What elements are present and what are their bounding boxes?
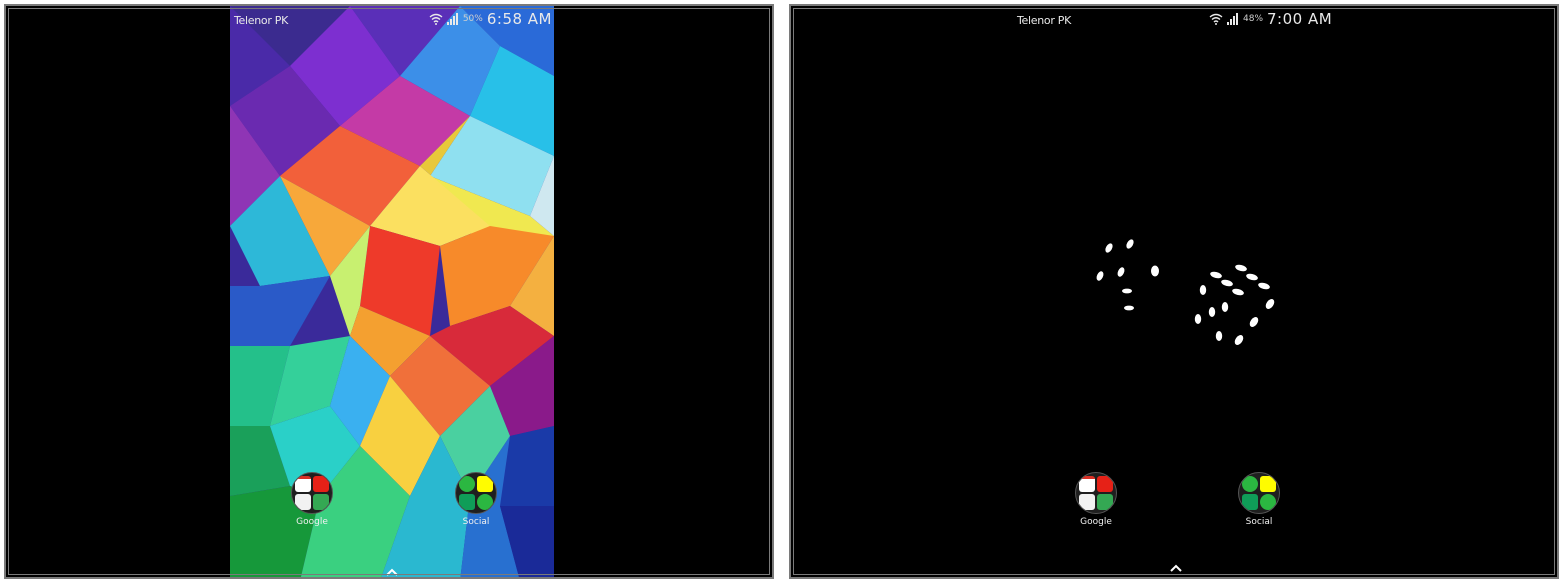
hangouts-icon (459, 494, 475, 510)
app-drawer-chevron-icon[interactable] (1169, 563, 1183, 573)
gmail-icon (1079, 476, 1095, 492)
hangouts-icon (1242, 494, 1258, 510)
battery-level: 48% (1243, 14, 1264, 24)
folder-google[interactable]: Google (282, 472, 342, 527)
carrier-name: Telenor PK (234, 14, 289, 27)
snapchat-icon (477, 476, 493, 492)
battery-level: 50% (462, 14, 483, 24)
drive-icon (1097, 494, 1113, 510)
folder-label: Social (462, 517, 490, 527)
app-drawer-chevron-icon[interactable] (385, 567, 399, 577)
carrier-name: Telenor PK (1017, 14, 1072, 27)
folder-social[interactable]: Social (446, 472, 506, 527)
youtube-icon (1097, 476, 1113, 492)
drive-icon (313, 494, 329, 510)
phone-icon (477, 494, 493, 510)
wifi-icon (429, 13, 443, 25)
folder-social[interactable]: Social (1229, 472, 1289, 527)
folder-google[interactable]: Google (1066, 472, 1126, 527)
maps-icon (295, 494, 311, 510)
whatsapp-icon (459, 476, 475, 492)
wifi-icon (1209, 13, 1223, 25)
screenshot-after: Telenor PK 48% 7:00 AM Google Social (789, 4, 1559, 579)
maps-icon (1079, 494, 1095, 510)
folder-label: Google (296, 517, 328, 527)
youtube-icon (313, 476, 329, 492)
clock: 6:58 AM (486, 10, 552, 28)
dice-wallpaper (1096, 239, 1275, 345)
whatsapp-icon (1242, 476, 1258, 492)
signal-icon (446, 13, 458, 25)
gmail-icon (295, 476, 311, 492)
screenshot-before: Telenor PK 50% 6:58 AM Google Social (4, 4, 774, 579)
status-bar: Telenor PK 48% 7:00 AM (1017, 10, 1337, 28)
clock: 7:00 AM (1267, 10, 1333, 28)
phone-icon (1260, 494, 1276, 510)
signal-icon (1227, 13, 1238, 25)
status-bar: Telenor PK 50% 6:58 AM (234, 10, 552, 28)
home-screen: Telenor PK 50% 6:58 AM Google Social (230, 6, 554, 577)
folder-label: Social (1245, 517, 1273, 527)
folder-label: Google (1080, 517, 1112, 527)
snapchat-icon (1260, 476, 1276, 492)
